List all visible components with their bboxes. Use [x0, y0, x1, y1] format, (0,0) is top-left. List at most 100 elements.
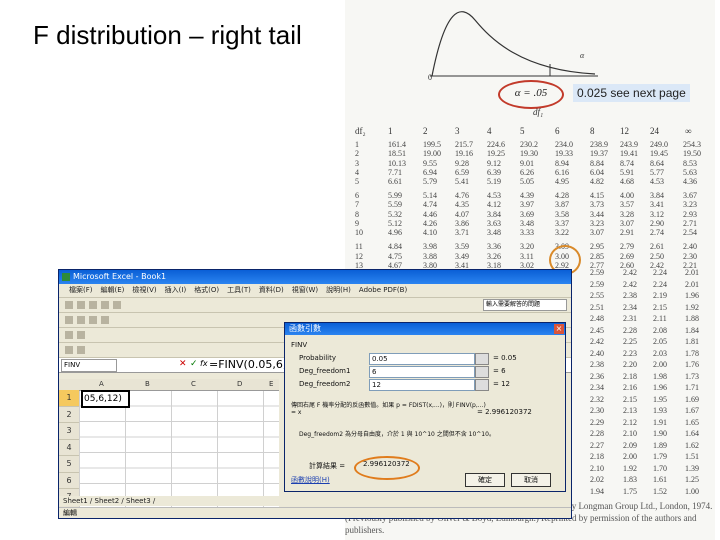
menu-item[interactable]: 視窗(W) [292, 284, 318, 297]
excel-titlebar[interactable]: Microsoft Excel - Book1 [59, 270, 571, 284]
arg-label: Deg_freedom2 [299, 380, 351, 388]
table-row: 2.27 2.09 1.89 1.62 [590, 441, 715, 453]
table-cell: 243.9 [620, 140, 638, 149]
table-cell: 1.79 [653, 452, 667, 461]
slide-title: F distribution – right tail [33, 20, 302, 50]
table-cell: 1.93 [653, 406, 667, 415]
sheet-grid[interactable] [79, 390, 279, 510]
column-header[interactable]: D [237, 379, 242, 390]
table-cell: 1.83 [623, 475, 637, 484]
table-cell: 2.24 [653, 268, 667, 277]
deg-freedom2-input[interactable]: 12 [369, 379, 475, 391]
close-icon[interactable]: × [554, 324, 564, 334]
table-cell: 5.63 [683, 167, 697, 177]
table-cell: 2.01 [685, 279, 699, 289]
save-icon[interactable] [89, 301, 97, 309]
table-cell: 3.23 [590, 219, 604, 229]
table-cell: 1.61 [653, 475, 667, 484]
menu-item[interactable]: 檢視(V) [132, 284, 156, 297]
table-cell: 2.85 [590, 251, 604, 261]
table-cell: 2.28 [590, 429, 604, 438]
table-cell: 2.29 [590, 417, 604, 427]
insert-function-icon[interactable]: fx [200, 359, 208, 368]
table-row: 2.10 1.92 1.70 1.39 [590, 464, 715, 476]
underline-icon[interactable] [89, 316, 97, 324]
pdf-icon[interactable] [65, 346, 73, 354]
table-cell: 3.48 [487, 228, 501, 238]
table-cell: 3.84 [487, 209, 501, 219]
table-cell: 3.69 [520, 209, 534, 219]
column-header[interactable]: E [269, 379, 273, 390]
dialog-titlebar[interactable]: 函數引數 × [285, 323, 565, 335]
preview-icon[interactable] [113, 301, 121, 309]
table-cell: 5.12 [388, 219, 402, 229]
menu-item[interactable]: 工具(T) [227, 284, 251, 297]
table-cell: 4.12 [487, 200, 501, 210]
collapse-dialog-icon[interactable] [475, 379, 489, 391]
table-cell: 1.00 [685, 486, 699, 496]
table-cell: 6.94 [423, 167, 437, 177]
menu-item[interactable]: 編輯(E) [101, 284, 125, 297]
menu-item[interactable]: Adobe PDF(B) [359, 284, 407, 297]
table-cell: 2.11 [653, 314, 667, 323]
probability-input[interactable]: 0.05 [369, 353, 475, 365]
menu-item[interactable]: 檔案(F) [69, 284, 93, 297]
table-cell: 19.30 [520, 149, 538, 159]
cancel-icon[interactable]: ✕ [179, 359, 187, 369]
table-cell: 7 [355, 200, 359, 210]
open-icon[interactable] [77, 301, 85, 309]
cell-a1[interactable]: 05,6,12) [81, 390, 130, 408]
table-cell: 9.28 [455, 158, 469, 168]
table-cell: 1.76 [685, 360, 699, 369]
align-left-icon[interactable] [101, 316, 109, 324]
print-icon[interactable] [101, 301, 109, 309]
menu-item[interactable]: 資料(D) [259, 284, 284, 297]
table-cell: 12 [355, 251, 363, 261]
table-cell: 2.10 [590, 463, 604, 473]
new-icon[interactable] [65, 301, 73, 309]
svg-text:0: 0 [428, 73, 432, 80]
pdf-mail-icon[interactable] [77, 346, 85, 354]
italic-icon[interactable] [77, 316, 85, 324]
sheet-tabs[interactable]: Sheet1 / Sheet2 / Sheet3 / [59, 496, 571, 506]
menu-item[interactable]: 插入(I) [165, 284, 187, 297]
table-cell: 4 [355, 167, 359, 177]
ok-button[interactable]: 確定 [465, 473, 505, 487]
menu-item[interactable]: 格式(O) [194, 284, 219, 297]
row-header[interactable]: 4 [59, 439, 79, 456]
column-header[interactable]: A [99, 379, 104, 390]
function-help-link[interactable]: 函數說明(H) [291, 475, 330, 485]
enter-icon[interactable]: ✓ [190, 359, 198, 369]
help-search-box[interactable]: 輸入需要解答的問題 [483, 299, 567, 311]
row-header[interactable]: 6 [59, 472, 79, 489]
table-cell: 19.45 [650, 149, 668, 159]
table-cell: 2.38 [590, 360, 604, 369]
table-row: 2.34 2.16 1.96 1.71 [590, 383, 715, 395]
menu-item[interactable]: 說明(H) [326, 284, 351, 297]
table-cell: 2 [355, 149, 359, 159]
deg-freedom1-input[interactable]: 6 [369, 366, 475, 378]
column-header[interactable]: B [145, 379, 150, 390]
table-cell: 2.91 [620, 228, 634, 238]
collapse-dialog-icon[interactable] [475, 353, 489, 365]
row-header[interactable]: 2 [59, 406, 79, 423]
table-row: 2.40 2.23 2.03 1.78 [590, 349, 715, 361]
row-header[interactable]: 1 [59, 390, 79, 407]
shape-icon[interactable] [77, 331, 85, 339]
table-row: 2.55 2.38 2.19 1.96 [590, 291, 715, 303]
table-cell: 9.01 [520, 158, 534, 168]
table-row: 2.45 2.28 2.08 1.84 [590, 326, 715, 338]
draw-icon[interactable] [65, 331, 73, 339]
row-header[interactable]: 5 [59, 456, 79, 473]
column-header[interactable]: C [191, 379, 196, 390]
table-cell: 1.25 [685, 475, 699, 484]
table-cell: 2.34 [623, 302, 637, 312]
name-box[interactable]: FINV [61, 359, 117, 372]
cancel-button[interactable]: 取消 [511, 473, 551, 487]
bold-icon[interactable] [65, 316, 73, 324]
table-cell: 1.39 [685, 463, 699, 473]
table-cell: 5.91 [620, 167, 634, 177]
collapse-dialog-icon[interactable] [475, 366, 489, 378]
table-cell: 3.37 [555, 219, 569, 229]
row-header[interactable]: 3 [59, 423, 79, 440]
